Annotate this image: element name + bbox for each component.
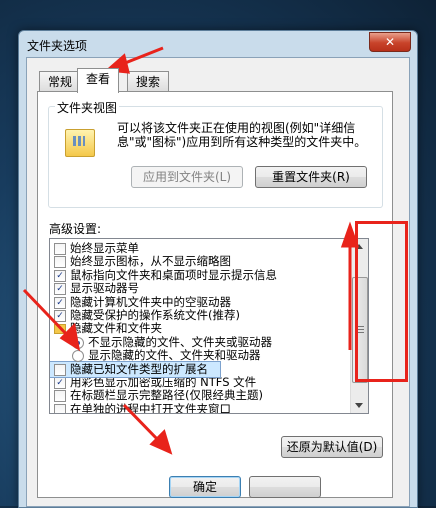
annotation-arrows	[22, 46, 360, 455]
annotation-arrow-to-ok	[122, 403, 162, 444]
annotation-arrow-to-extension	[22, 288, 72, 340]
tab-view[interactable]: 查看	[77, 68, 119, 93]
annotation-arrowhead-2	[59, 322, 81, 352]
annotation-arrowhead-4	[340, 221, 360, 248]
